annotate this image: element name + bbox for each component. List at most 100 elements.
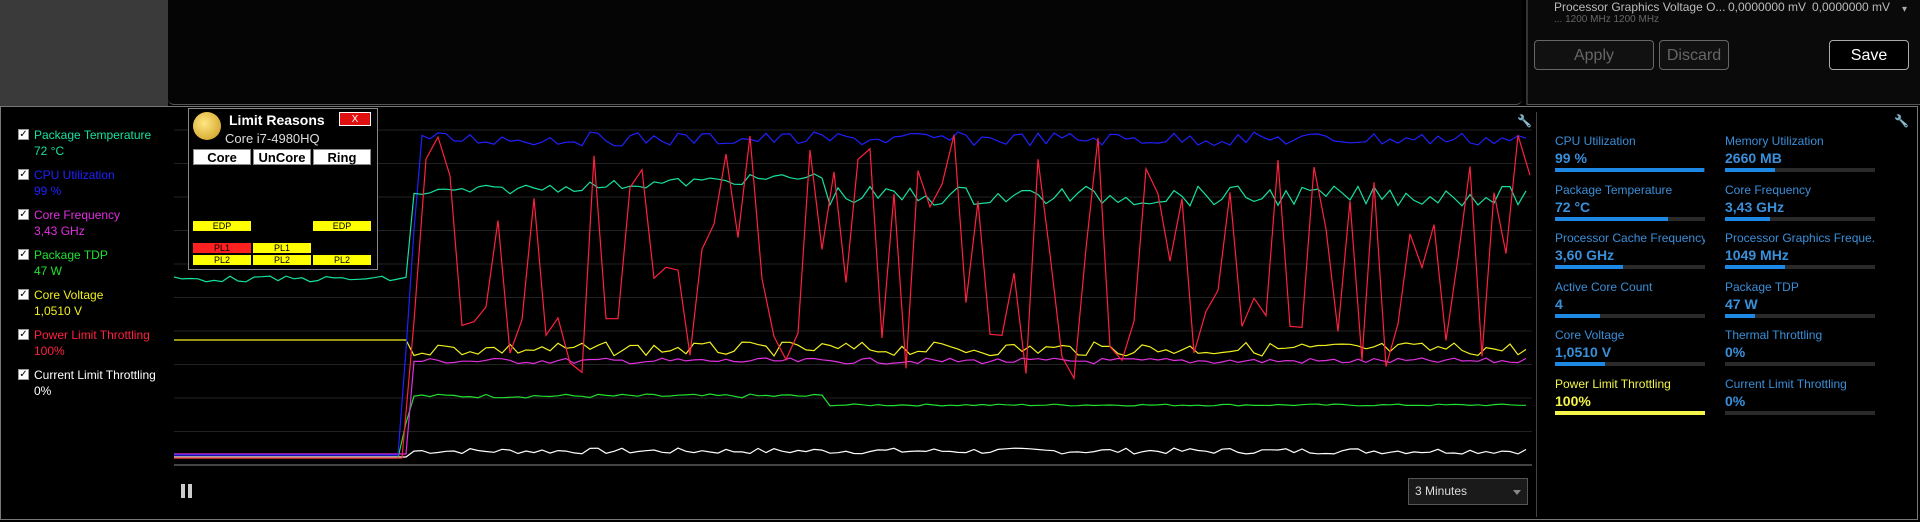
divider: [1536, 112, 1537, 517]
top-left-panel: [0, 0, 168, 106]
stat-label: Core Voltage: [1555, 328, 1625, 342]
stat-bar-fill: [1725, 216, 1770, 221]
edp-badge-ring: EDP: [313, 221, 371, 231]
close-button[interactable]: X: [339, 112, 371, 126]
stat-bar-fill: [1555, 168, 1704, 172]
voltage-offset-value-1: 0,0000000 mV: [1728, 0, 1807, 14]
stat-package-tdp: Package TDP 47 W: [1725, 279, 1875, 318]
stat-value: 0%: [1725, 392, 1746, 409]
smiley-logo-icon: [193, 112, 221, 140]
top-center-panel: [168, 0, 1522, 105]
stat-label: Power Limit Throttling: [1555, 376, 1671, 391]
series-core-voltage: [174, 339, 1527, 358]
timespan-select[interactable]: 3 Minutes: [1408, 478, 1528, 505]
stat-bar-fill: [1555, 313, 1600, 318]
window-title: Limit Reasons: [229, 112, 325, 128]
legend-value: 0%: [34, 384, 52, 398]
stat-current-limit-throttling: Current Limit Throttling 0%: [1725, 376, 1875, 415]
stat-value: 47 W: [1725, 295, 1758, 312]
stat-bar: [1555, 168, 1705, 172]
stat-value: 3,43 GHz: [1725, 198, 1785, 215]
legend-name: CPU Utilization: [34, 168, 115, 182]
discard-button[interactable]: Discard: [1659, 40, 1729, 70]
column-core: Core: [193, 149, 251, 165]
stat-label: Package TDP: [1725, 279, 1799, 294]
stat-value: 0%: [1725, 344, 1746, 360]
stat-label: Processor Cache Frequency: [1555, 231, 1705, 245]
stat-label: Active Core Count: [1555, 279, 1653, 294]
legend-name: Current Limit Throttling: [34, 368, 156, 382]
stat-bar: [1555, 410, 1705, 415]
series-package-tdp: [174, 393, 1526, 459]
stat-core-frequency: Core Frequency 3,43 GHz: [1725, 182, 1875, 221]
legend-name: Core Voltage: [34, 288, 104, 302]
pl1-badge-core: PL1: [193, 243, 251, 253]
checkbox[interactable]: ✓: [18, 209, 29, 220]
stat-bar: [1725, 362, 1875, 366]
chevron-down-icon: [1513, 490, 1521, 495]
checkbox[interactable]: ✓: [18, 129, 29, 140]
stat-active-core-count: Active Core Count 4: [1555, 279, 1705, 318]
stat-bar: [1725, 168, 1875, 172]
stat-label: Processor Graphics Freque...: [1725, 231, 1875, 245]
wrench-icon[interactable]: 🔧: [1894, 114, 1909, 128]
stat-value: 100%: [1555, 392, 1591, 409]
stat-bar: [1555, 265, 1705, 269]
pause-icon[interactable]: [181, 484, 193, 498]
stat-bar: [1555, 216, 1705, 221]
legend-value: 72 °C: [34, 144, 65, 158]
stat-bar-fill: [1725, 313, 1755, 318]
legend-name: Package TDP: [34, 248, 108, 262]
stat-label: Memory Utilization: [1725, 134, 1824, 148]
checkbox[interactable]: ✓: [18, 249, 29, 260]
legend-value: 99 %: [34, 184, 62, 198]
checkbox[interactable]: ✓: [18, 329, 29, 340]
stat-bar: [1725, 216, 1875, 221]
stat-bar-fill: [1555, 410, 1705, 415]
stat-package-temperature: Package Temperature 72 °C: [1555, 183, 1705, 221]
column-uncore: UnCore: [253, 149, 311, 165]
stat-value: 4: [1555, 295, 1563, 312]
series-current-limit-throttling: [174, 447, 1527, 458]
checkbox[interactable]: ✓: [18, 369, 29, 380]
stat-bar: [1725, 265, 1875, 269]
legend-value: 100%: [34, 344, 65, 358]
stat-cpu-utilization: CPU Utilization 99 %: [1555, 134, 1705, 172]
stat-bar: [1555, 362, 1705, 366]
apply-button[interactable]: Apply: [1534, 40, 1654, 70]
stat-memory-utilization: Memory Utilization 2660 MB: [1725, 134, 1875, 172]
timespan-value: 3 Minutes: [1415, 484, 1468, 498]
stat-bar-fill: [1555, 362, 1605, 366]
checkbox[interactable]: ✓: [18, 289, 29, 300]
stat-value: 2660 MB: [1725, 150, 1782, 166]
stat-value: 1,0510 V: [1555, 344, 1612, 360]
checkbox[interactable]: ✓: [18, 169, 29, 180]
cpu-model: Core i7-4980HQ: [225, 131, 320, 146]
save-button[interactable]: Save: [1829, 40, 1909, 70]
settings-sub-row: ... 1200 MHz 1200 MHz: [1554, 14, 1660, 25]
legend-name: Power Limit Throttling: [34, 328, 150, 342]
stat-bar: [1555, 313, 1705, 318]
column-ring: Ring: [313, 149, 371, 165]
stat-bar-fill: [1725, 265, 1785, 269]
stat-bar-fill: [1555, 265, 1623, 269]
limit-reasons-window[interactable]: Limit Reasons X Core i7-4980HQ Core UnCo…: [188, 108, 378, 270]
stat-bar: [1725, 410, 1875, 415]
chevron-down-icon[interactable]: ▾: [1902, 4, 1907, 15]
voltage-offset-label: Processor Graphics Voltage O...: [1554, 0, 1726, 14]
pl1-badge-uncore: PL1: [253, 243, 311, 253]
voltage-offset-value-2: 0,0000000 mV: [1812, 0, 1891, 14]
wrench-icon[interactable]: 🔧: [1517, 114, 1532, 128]
stat-power-limit-throttling: Power Limit Throttling 100%: [1555, 376, 1705, 415]
stat-value: 3,60 GHz: [1555, 247, 1615, 263]
pl2-badge-core: PL2: [193, 255, 251, 265]
stat-value: 72 °C: [1555, 198, 1591, 215]
stat-value: 1049 MHz: [1725, 247, 1789, 263]
stat-processor-graphics-freque: Processor Graphics Freque... 1049 MHz: [1725, 231, 1875, 269]
legend-name: Core Frequency: [34, 208, 121, 222]
legend-value: 3,43 GHz: [34, 224, 85, 238]
stat-value: 99 %: [1555, 150, 1587, 166]
stat-bar-fill: [1555, 216, 1668, 221]
stat-label: Current Limit Throttling: [1725, 376, 1847, 391]
stat-label: Core Frequency: [1725, 182, 1812, 197]
